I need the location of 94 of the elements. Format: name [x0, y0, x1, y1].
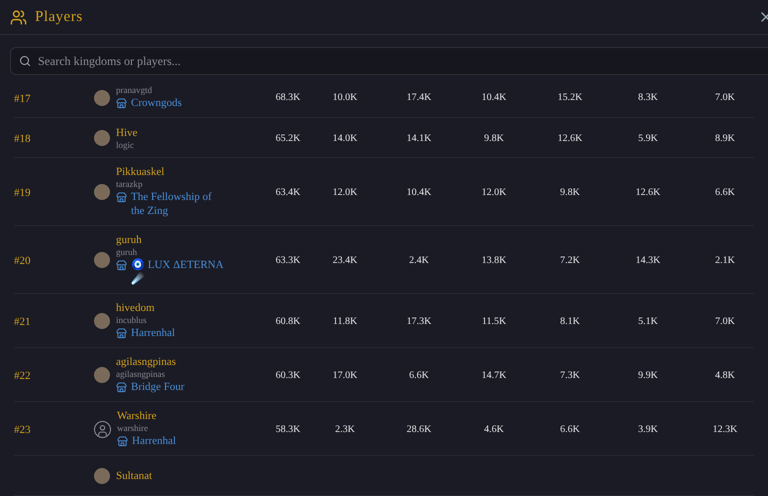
player-name[interactable]: Sultanat — [116, 470, 152, 482]
stat-value: 7.0K — [714, 316, 736, 326]
stat-value: 8.9K — [714, 132, 736, 144]
stat-value: 7.3K — [559, 370, 581, 380]
stat-value: 60.8K — [274, 316, 302, 326]
guild-link[interactable]: 🧿 LUX ΔETERNA ☄ — [131, 258, 226, 286]
stat-value: 17.3K — [406, 316, 432, 326]
stat-value: 9.8K — [483, 132, 505, 144]
stat-value: 65.2K — [274, 132, 302, 144]
player-name[interactable]: hivedom — [116, 302, 175, 314]
stat-value: 11.8K — [332, 316, 358, 326]
stat-value: 63.3K — [274, 254, 302, 266]
player-name[interactable]: Pikkuaskel — [116, 166, 226, 178]
avatar-photo-placeholder — [94, 313, 110, 329]
player-name[interactable]: guruh — [116, 234, 226, 246]
users-icon — [10, 8, 27, 26]
avatar-photo-placeholder — [94, 130, 110, 146]
stat-value: 10.4K — [480, 92, 508, 103]
stat-value: 6.6K — [408, 370, 430, 380]
account-name: incublus — [116, 315, 148, 325]
stat-value: 60.3K — [274, 370, 302, 380]
rank-text: #18 — [14, 133, 30, 145]
search-icon — [19, 55, 31, 67]
avatar-photo-placeholder — [94, 468, 110, 484]
account-name: logic — [116, 140, 135, 150]
stat-value: 3.9K — [637, 424, 659, 434]
rank-text: #21 — [14, 316, 30, 328]
rank-text: #23 — [14, 424, 30, 436]
account-name: pranavgtd — [116, 85, 153, 95]
stat-value: 4.6K — [483, 424, 505, 434]
stat-value: 12.6K — [634, 186, 662, 198]
stat-value: 5.9K — [637, 132, 659, 144]
stat-value: 2.1K — [714, 254, 736, 266]
rank-text: #17 — [14, 92, 30, 104]
search-field[interactable]: Search kingdoms or players... — [10, 47, 768, 75]
stat-value: 58.3K — [274, 424, 302, 434]
guild-link[interactable]: Bridge Four — [131, 380, 184, 394]
building-icon — [116, 328, 127, 339]
guild-link[interactable]: Crowngods — [131, 96, 182, 110]
stat-value: 4.8K — [714, 370, 736, 380]
building-icon — [117, 436, 128, 447]
stat-value: 11.5K — [480, 316, 508, 326]
stat-value: 17.0K — [332, 370, 358, 380]
stat-value: 6.6K — [559, 424, 581, 434]
stat-value: 10.0K — [332, 92, 358, 103]
stat-value: 10.4K — [406, 186, 432, 198]
stat-value: 12.0K — [332, 186, 358, 198]
stat-value: 15.2K — [556, 92, 584, 103]
stat-value: 14.3K — [634, 254, 662, 266]
stat-value: 8.1K — [559, 316, 581, 326]
stat-value: 28.6K — [406, 424, 432, 434]
avatar-photo-placeholder — [94, 184, 110, 200]
stat-value: 12.3K — [712, 424, 738, 434]
avatar-silhouette-icon — [94, 420, 111, 438]
stat-value: 2.3K — [334, 424, 356, 434]
stat-value: 68.3K — [274, 92, 302, 103]
stat-value: 14.0K — [332, 132, 358, 144]
building-icon — [116, 98, 127, 109]
stat-value: 13.8K — [480, 254, 508, 266]
stat-value: 14.7K — [480, 370, 508, 380]
window-title: Players — [35, 8, 83, 26]
account-name: warshire — [117, 423, 149, 433]
building-icon — [116, 382, 127, 393]
avatar-photo-placeholder — [94, 252, 110, 268]
stat-value: 9.8K — [559, 186, 581, 198]
building-icon — [116, 260, 127, 271]
stat-value: 23.4K — [332, 254, 358, 266]
stat-value: 63.4K — [274, 186, 302, 198]
stat-value: 12.6K — [556, 132, 584, 144]
stat-value: 14.1K — [406, 132, 432, 144]
player-name[interactable]: Warshire — [117, 410, 176, 422]
stat-value: 12.0K — [480, 186, 508, 198]
account-name: guruh — [116, 247, 138, 257]
player-name[interactable]: agilasngpinas — [116, 356, 184, 368]
guild-link[interactable]: The Fellowship of the Zing — [131, 190, 226, 218]
stat-value: 17.4K — [406, 92, 432, 103]
rank-text: #22 — [14, 370, 30, 382]
avatar-photo-placeholder — [94, 90, 110, 106]
stat-value: 8.3K — [637, 92, 659, 103]
avatar-photo-placeholder — [94, 367, 110, 383]
stat-value: 7.0K — [714, 92, 736, 103]
guild-link[interactable]: Harrenhal — [132, 434, 176, 448]
rank-text: #19 — [14, 187, 30, 199]
stat-value: 6.6K — [714, 186, 736, 198]
stat-value: 5.1K — [637, 316, 659, 326]
stat-value: 7.2K — [559, 254, 581, 266]
building-icon — [116, 192, 127, 203]
account-name: agilasngpinas — [116, 369, 166, 379]
stat-value: 9.9K — [637, 370, 659, 380]
stat-value: 2.4K — [408, 254, 430, 266]
account-name: tarazkp — [116, 179, 144, 189]
player-name[interactable]: Hive — [116, 126, 138, 138]
rank-text: #20 — [14, 255, 30, 267]
guild-link[interactable]: Harrenhal — [131, 326, 175, 340]
